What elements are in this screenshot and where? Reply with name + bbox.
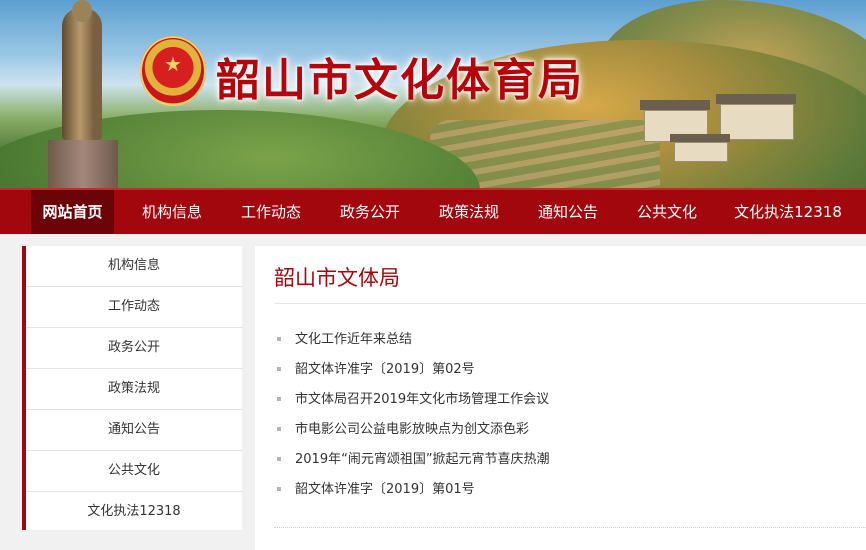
divider (274, 303, 866, 304)
sidebar-item-public-culture[interactable]: 公共文化 (26, 451, 242, 492)
nav-item-home[interactable]: 网站首页 (31, 190, 114, 234)
nav-item-enforcement[interactable]: 文化执法12318 (724, 190, 852, 234)
news-item[interactable]: 韶文体许准字〔2019〕第01号 (277, 479, 550, 509)
sidebar-item-notices[interactable]: 通知公告 (26, 410, 242, 451)
main-content: 韶山市文体局 文化工作近年来总结 韶文体许准字〔2019〕第02号 市文体局召开… (255, 246, 866, 550)
sidebar-item-org-info[interactable]: 机构信息 (26, 246, 242, 287)
nav-item-org-info[interactable]: 机构信息 (129, 190, 215, 234)
news-item-title[interactable]: 2019年“闹元宵颂祖国”掀起元宵节喜庆热潮 (295, 452, 550, 467)
sidebar-item-gov-affairs[interactable]: 政务公开 (26, 328, 242, 369)
sidebar-menu: 机构信息 工作动态 政务公开 政策法规 通知公告 公共文化 文化执法12318 (22, 246, 242, 530)
bullet-icon (277, 456, 281, 461)
bullet-icon (277, 396, 281, 401)
news-list: 文化工作近年来总结 韶文体许准字〔2019〕第02号 市文体局召开2019年文化… (277, 329, 550, 509)
page-title: 韶山市文体局 (274, 266, 400, 290)
nav-item-public-culture[interactable]: 公共文化 (624, 190, 710, 234)
news-item[interactable]: 市电影公司公益电影放映点为创文添色彩 (277, 419, 550, 449)
nav-item-gov-affairs[interactable]: 政务公开 (327, 190, 413, 234)
news-item-title[interactable]: 文化工作近年来总结 (295, 332, 412, 347)
sidebar-item-work-news[interactable]: 工作动态 (26, 287, 242, 328)
banner-houses (630, 92, 820, 162)
news-item[interactable]: 韶文体许准字〔2019〕第02号 (277, 359, 550, 389)
site-title: 韶山市文化体育局 (216, 55, 584, 106)
statue-pedestal (48, 140, 118, 188)
news-item[interactable]: 2019年“闹元宵颂祖国”掀起元宵节喜庆热潮 (277, 449, 550, 479)
bullet-icon (277, 426, 281, 431)
news-item-title[interactable]: 韶文体许准字〔2019〕第02号 (295, 362, 475, 377)
nav-item-work-news[interactable]: 工作动态 (228, 190, 314, 234)
sidebar-item-enforcement[interactable]: 文化执法12318 (26, 492, 242, 533)
news-item-title[interactable]: 市文体局召开2019年文化市场管理工作会议 (295, 392, 549, 407)
sidebar-item-policy[interactable]: 政策法规 (26, 369, 242, 410)
news-item[interactable]: 市文体局召开2019年文化市场管理工作会议 (277, 389, 550, 419)
header-banner: ★ 韶山市文化体育局 (0, 0, 866, 188)
news-item-title[interactable]: 韶文体许准字〔2019〕第01号 (295, 482, 475, 497)
news-item[interactable]: 文化工作近年来总结 (277, 329, 550, 359)
bullet-icon (277, 366, 281, 371)
bullet-icon (277, 486, 281, 491)
news-item-title[interactable]: 市电影公司公益电影放映点为创文添色彩 (295, 422, 529, 437)
statue-head (72, 0, 92, 22)
national-emblem-icon: ★ (140, 36, 206, 106)
statue-figure (62, 8, 102, 140)
nav-item-notices[interactable]: 通知公告 (525, 190, 611, 234)
bullet-icon (277, 336, 281, 341)
main-nav: 网站首页 机构信息 工作动态 政务公开 政策法规 通知公告 公共文化 文化执法1… (0, 188, 866, 234)
nav-item-policy[interactable]: 政策法规 (426, 190, 512, 234)
divider (274, 527, 866, 529)
